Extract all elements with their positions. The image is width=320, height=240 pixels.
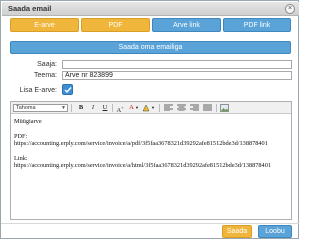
send-with-own-email-button[interactable]: Saada oma emailiga [10, 41, 291, 54]
recipient-label: Saaja: [37, 61, 57, 68]
chevron-down-icon: ▼ [61, 105, 66, 111]
pdf-link-button[interactable]: PDF link [223, 18, 291, 32]
format-button-row: E-arve PDF Arve link PDF link [10, 18, 291, 32]
body-line: Müügiarve [14, 118, 42, 125]
close-icon[interactable]: × [285, 4, 295, 14]
pdf-button[interactable]: PDF [81, 18, 150, 32]
cancel-button[interactable]: Loobu [258, 225, 292, 238]
checkmark-icon [64, 87, 72, 94]
chevron-down-icon[interactable]: ▼ [150, 104, 156, 112]
font-family-value: Tahoma [16, 105, 36, 111]
attach-e-invoice-checkbox[interactable] [62, 84, 73, 95]
body-line: Link: [14, 155, 28, 162]
recipient-input[interactable] [62, 60, 292, 69]
font-family-select[interactable]: Tahoma ▼ [13, 104, 68, 112]
subject-label: Teema: [34, 72, 57, 79]
toolbar-divider [112, 104, 113, 112]
message-body[interactable]: Müügiarve PDF: https://accounting.erply.… [14, 118, 288, 218]
body-line: PDF: [14, 133, 28, 140]
toolbar-divider [159, 104, 160, 112]
dialog-titlebar[interactable]: Saada email × [2, 2, 299, 16]
attach-e-invoice-label: Lisa E-arve: [19, 87, 57, 94]
image-icon[interactable] [219, 104, 229, 112]
invoice-link-text[interactable]: https://accounting.erply.com/service/inv… [14, 162, 288, 169]
align-left-icon[interactable] [163, 104, 173, 112]
invoice-link-button[interactable]: Arve link [152, 18, 221, 32]
message-editor: Tahoma ▼ B I U A+ A ▼ ▼ Müügiarve PDF: h… [10, 101, 292, 220]
send-button[interactable]: Saada [222, 225, 252, 238]
italic-icon[interactable]: I [89, 104, 97, 112]
underline-icon[interactable]: U [101, 104, 109, 112]
subject-input[interactable] [62, 71, 292, 80]
highlight-icon[interactable] [141, 104, 150, 112]
toolbar-divider [216, 104, 217, 112]
pdf-link-text[interactable]: https://accounting.erply.com/service/inv… [14, 140, 288, 147]
footer-divider [1, 223, 299, 224]
e-invoice-button[interactable]: E-arve [10, 18, 79, 32]
justify-icon[interactable] [202, 104, 212, 112]
bold-icon[interactable]: B [77, 104, 85, 112]
align-center-icon[interactable] [176, 104, 186, 112]
toolbar-divider [71, 104, 72, 112]
dialog-title: Saada email [8, 4, 52, 13]
editor-toolbar: Tahoma ▼ B I U A+ A ▼ ▼ [11, 102, 291, 114]
align-right-icon[interactable] [189, 104, 199, 112]
chevron-down-icon[interactable]: ▼ [134, 104, 140, 112]
email-dialog: Saada email × E-arve PDF Arve link PDF l… [0, 0, 299, 239]
font-size-icon[interactable]: A+ [115, 104, 125, 114]
